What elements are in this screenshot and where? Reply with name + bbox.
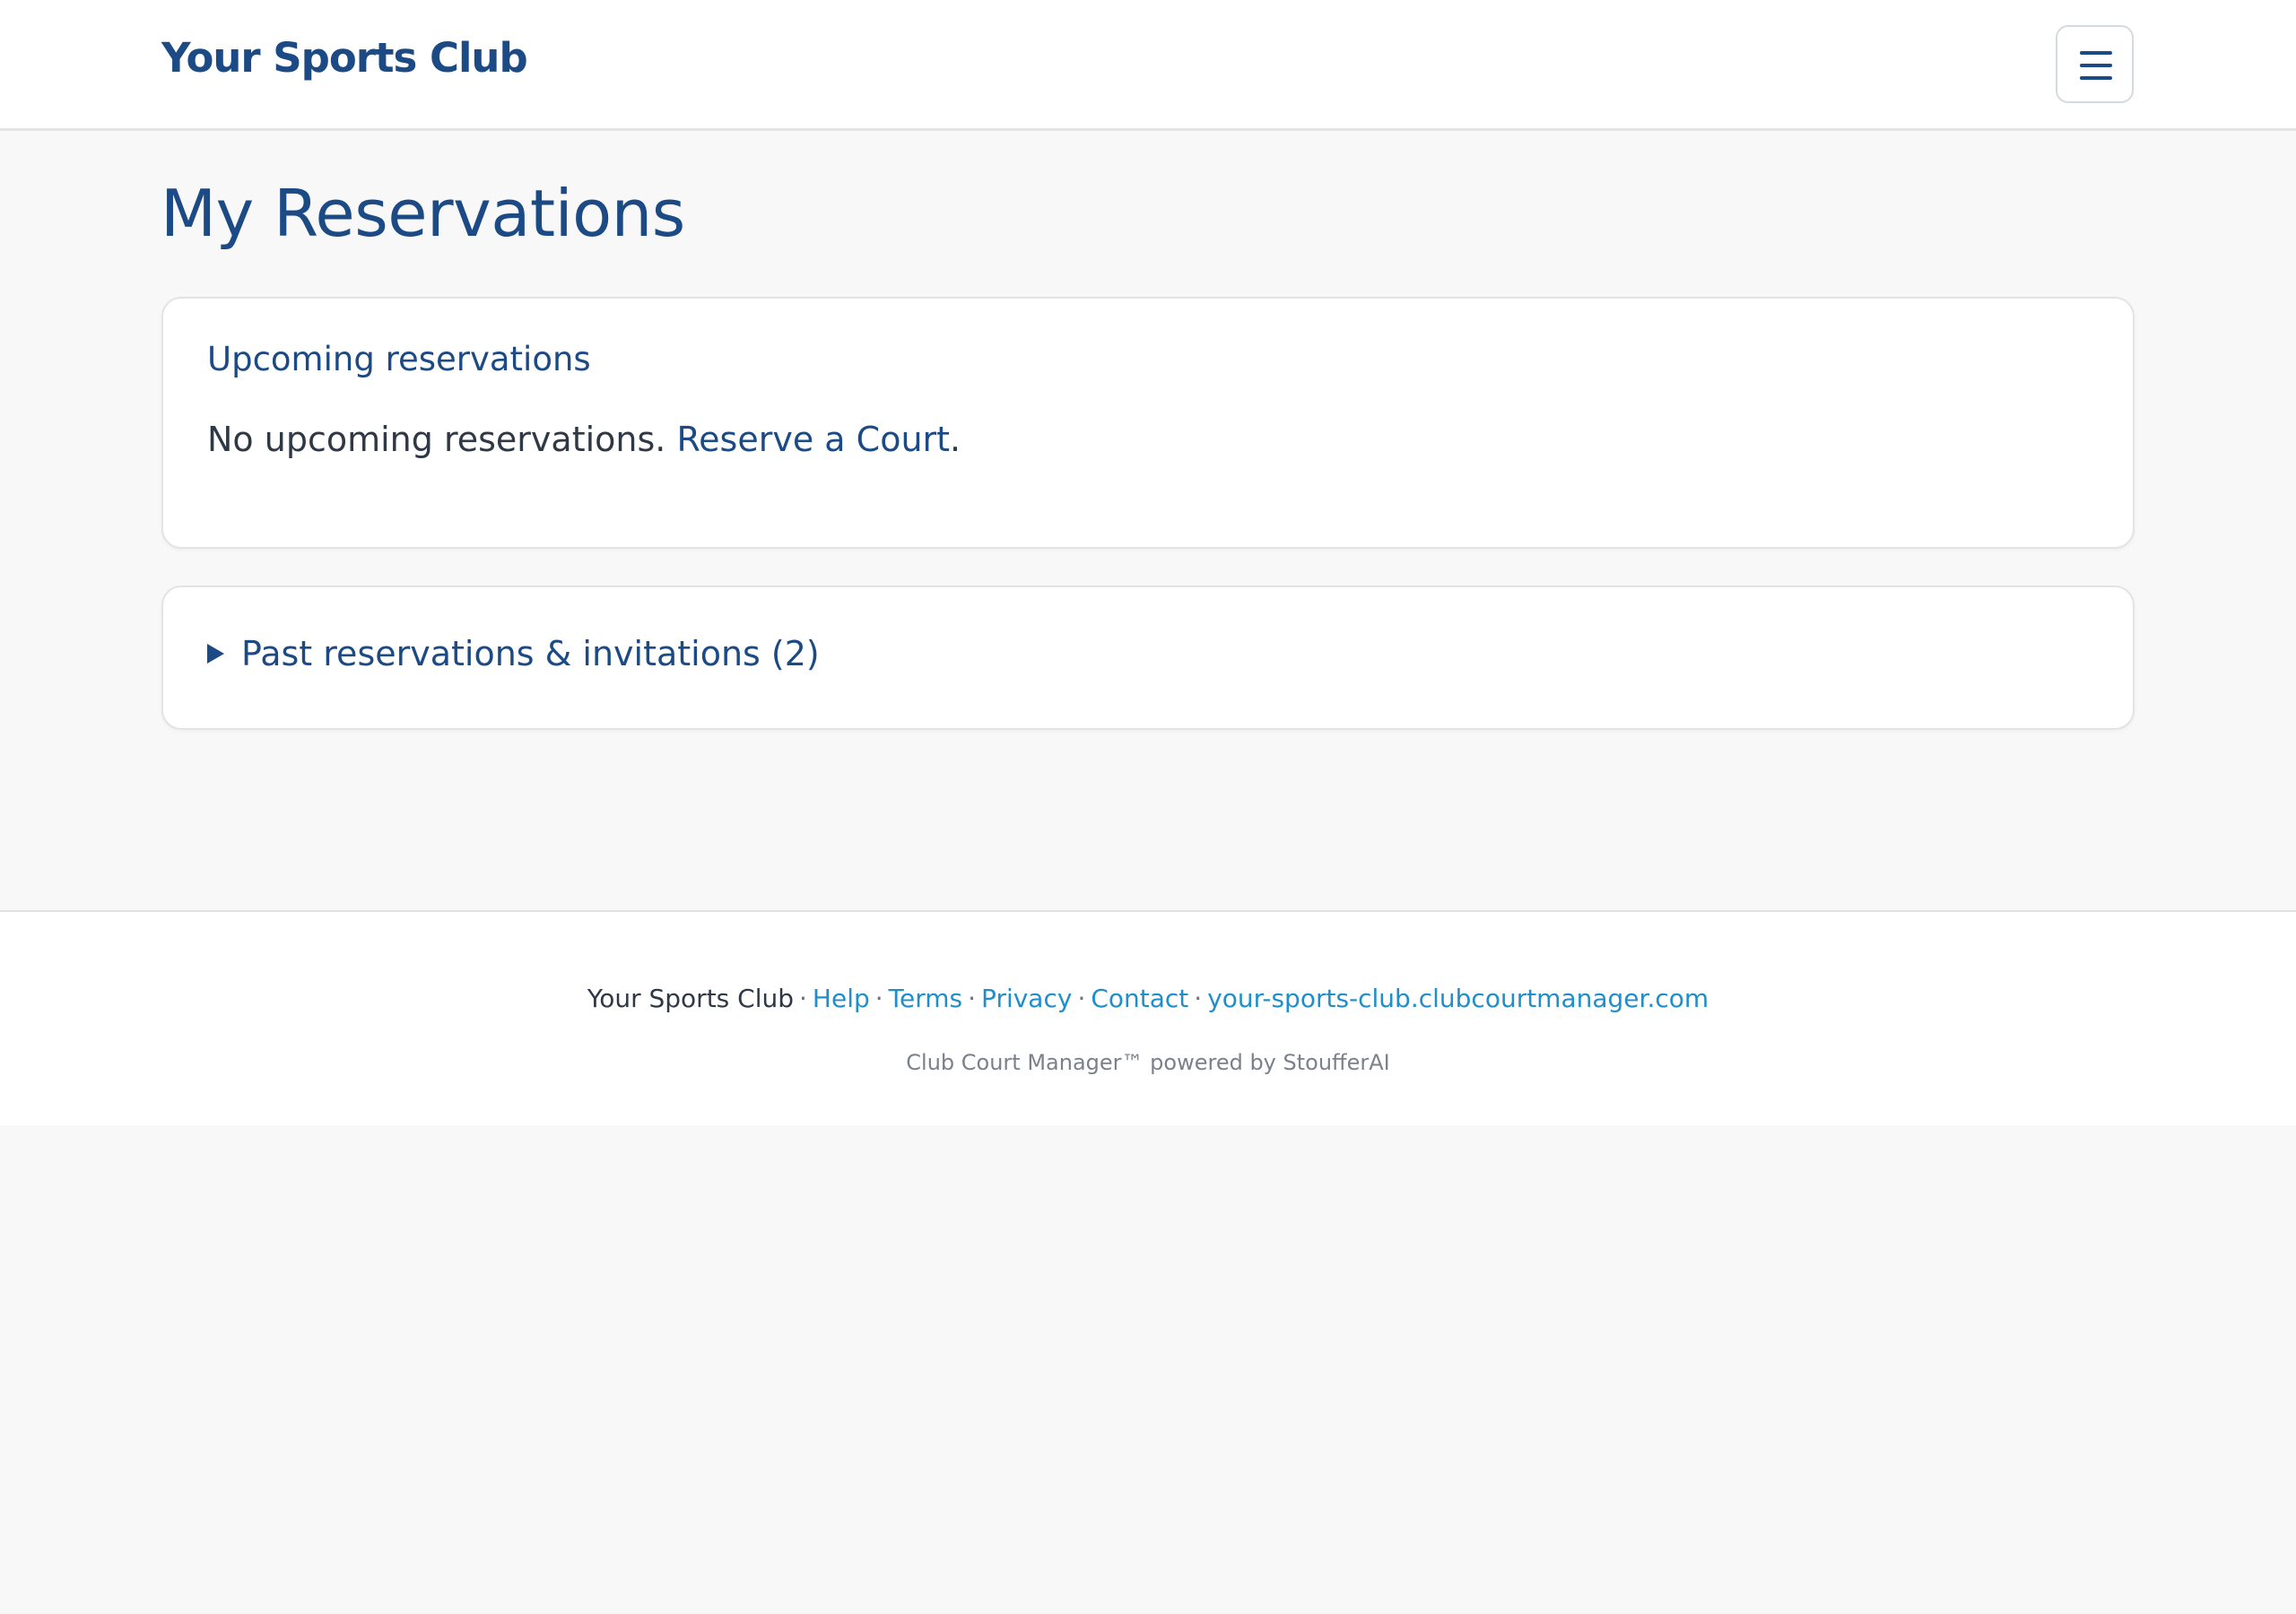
footer-separator: · <box>1194 984 1203 1013</box>
footer-separator: · <box>874 984 883 1013</box>
menu-button[interactable] <box>2056 25 2134 103</box>
footer-terms-link[interactable]: Terms <box>889 984 962 1013</box>
footer-club-name: Your Sports Club <box>587 984 795 1013</box>
footer-links: Your Sports Club · Help · Terms · Privacy · Cont… <box>0 984 2296 1013</box>
footer-domain-link[interactable]: your-sports-club.clubcourtmanager.com <box>1207 984 1709 1013</box>
main-content: My Reservations Upcoming reservations No… <box>0 131 2296 912</box>
upcoming-reservations-heading: Upcoming reservations <box>207 340 591 378</box>
past-reservations-label: Past reservations & invitations (2) <box>241 634 820 673</box>
page-title: My Reservations <box>161 176 685 251</box>
empty-state-message: No upcoming reservations. Reserve a Cour… <box>207 420 961 459</box>
site-footer: Your Sports Club · Help · Terms · Privacy · Cont… <box>0 910 2296 1125</box>
past-reservations-toggle[interactable]: Past reservations & invitations (2) <box>207 634 820 673</box>
footer-separator: · <box>968 984 977 1013</box>
footer-contact-link[interactable]: Contact <box>1091 984 1188 1013</box>
empty-state-text: No upcoming reservations. <box>207 420 666 459</box>
past-reservations-card: Past reservations & invitations (2) <box>161 586 2135 730</box>
upcoming-reservations-card: Upcoming reservations No upcoming reserv… <box>161 297 2135 549</box>
brand-logo-link[interactable]: Your Sports Club <box>161 34 528 82</box>
trailing-period: . <box>950 420 961 459</box>
footer-separator: · <box>799 984 807 1013</box>
triangle-right-icon <box>207 644 224 664</box>
footer-credit: Club Court Manager™ powered by StoufferA… <box>906 1050 1390 1075</box>
reserve-court-link[interactable]: Reserve a Court <box>676 420 950 459</box>
footer-separator: · <box>1077 984 1086 1013</box>
footer-help-link[interactable]: Help <box>813 984 870 1013</box>
footer-privacy-link[interactable]: Privacy <box>981 984 1072 1013</box>
site-header: Your Sports Club <box>0 0 2296 131</box>
